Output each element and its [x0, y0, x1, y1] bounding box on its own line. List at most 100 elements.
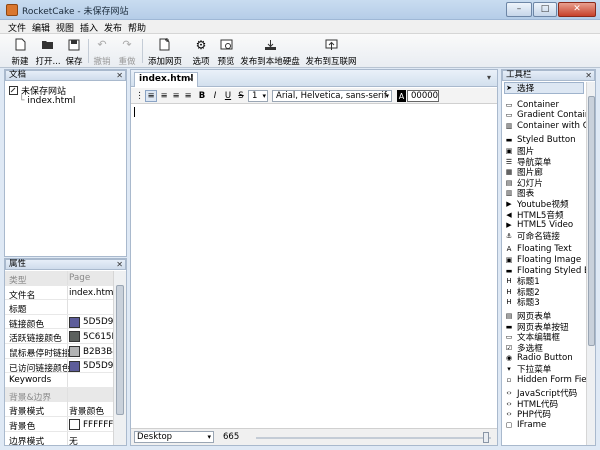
save-button[interactable]: 保存: [62, 36, 86, 67]
strikethrough-icon[interactable]: S: [236, 90, 246, 102]
menu-help[interactable]: 帮助: [128, 21, 146, 34]
menu-file[interactable]: 文件: [8, 21, 26, 34]
tool-item[interactable]: ▣ Floating Image: [505, 254, 581, 265]
options-button[interactable]: ⚙ 选项: [188, 36, 214, 68]
tab-list-dropdown-icon[interactable]: ▾: [487, 73, 491, 82]
page-width-slider[interactable]: [256, 437, 491, 439]
gradient-container-icon: ▭: [505, 111, 513, 120]
device-select[interactable]: Desktop ▾: [134, 431, 214, 443]
tool-item[interactable]: H 标题3: [505, 297, 539, 308]
preview-button[interactable]: 预览: [213, 36, 239, 67]
property-row[interactable]: 边界模式 无: [5, 431, 113, 445]
scrollbar-thumb[interactable]: [116, 285, 124, 415]
align-left-icon[interactable]: ≡: [145, 90, 157, 102]
property-row[interactable]: 活跃链接颜色 5C615E: [5, 329, 113, 344]
tool-item[interactable]: ◀ HTML5音频: [505, 209, 563, 221]
align-center-icon[interactable]: ≡: [159, 90, 169, 102]
tool-item[interactable]: ⚓ 可命名链接: [505, 230, 560, 242]
property-divider: [67, 402, 68, 417]
tool-item[interactable]: A Floating Text: [505, 244, 572, 255]
color-swatch[interactable]: [69, 331, 80, 343]
tree-branch-icon: └: [19, 96, 25, 106]
property-row[interactable]: 背景模式 背景颜色: [5, 402, 113, 417]
italic-icon[interactable]: I: [210, 90, 220, 102]
add-page-icon: [158, 38, 172, 51]
property-value[interactable]: FFFFFF: [69, 419, 113, 430]
color-swatch[interactable]: [69, 346, 80, 357]
tool-item[interactable]: ☑ 多选框: [505, 342, 543, 354]
editor-area: index.html ✕ ▾ ⋮ ≡ ≡ ≡ ≡ B I U S 1 ▾ Aria…: [130, 69, 498, 446]
menu-edit[interactable]: 编辑: [32, 21, 50, 34]
page-editor-canvas[interactable]: [131, 104, 497, 426]
property-row[interactable]: 已访问链接颜色 5D5D9: [5, 358, 113, 374]
editor-status-bar: Desktop ▾ 665: [131, 428, 497, 445]
page-width-slider-handle[interactable]: [483, 432, 489, 443]
menu-publish[interactable]: 发布: [104, 21, 122, 34]
bold-icon[interactable]: B: [197, 90, 207, 102]
tool-item[interactable]: ▫ Hidden Form Fiel: [505, 374, 589, 385]
property-row[interactable]: Keywords: [5, 373, 113, 388]
property-name: 已访问链接颜色: [9, 363, 69, 374]
open-button[interactable]: 打开...: [34, 36, 62, 67]
minimize-button[interactable]: –: [506, 2, 532, 17]
text-color-input[interactable]: 000000: [407, 90, 439, 102]
tool-item[interactable]: ▥ Container with Co: [505, 120, 594, 131]
scrollbar-thumb[interactable]: [588, 96, 595, 346]
property-row[interactable]: 类型 Page: [5, 271, 113, 286]
tool-item[interactable]: ▾ 下拉菜单: [505, 363, 551, 375]
align-right-icon[interactable]: ≡: [171, 90, 181, 102]
property-row[interactable]: 背景&边界: [5, 387, 113, 403]
tool-item-label: Radio Button: [517, 353, 573, 364]
align-justify-icon[interactable]: ≡: [183, 90, 193, 102]
font-family-select[interactable]: Arial, Helvetica, sans-serif ▾: [272, 90, 392, 102]
underline-icon[interactable]: U: [223, 90, 233, 102]
property-row[interactable]: 背景色 FFFFFF: [5, 417, 113, 432]
property-value[interactable]: Page: [69, 273, 113, 283]
property-name: 活跃链接颜色: [9, 334, 62, 345]
publish-web-button[interactable]: 发布到互联网: [303, 36, 359, 67]
property-value[interactable]: B2B3B4: [69, 346, 113, 357]
tool-item[interactable]: ▭ Container: [505, 99, 559, 110]
property-value[interactable]: 5D5D9: [69, 360, 113, 372]
tool-item[interactable]: ▭ Gradient Container: [505, 110, 595, 121]
menu-insert[interactable]: 插入: [80, 21, 98, 34]
property-value[interactable]: 5C615E: [69, 331, 113, 343]
property-row[interactable]: 鼠标悬停时链接 B2B3B4: [5, 344, 113, 359]
color-swatch[interactable]: [69, 316, 80, 328]
property-row[interactable]: 链接颜色 5D5D9: [5, 314, 113, 330]
text-color-icon[interactable]: A: [397, 90, 406, 102]
maximize-button[interactable]: □: [533, 2, 557, 17]
new-button[interactable]: 新建: [6, 36, 34, 67]
property-value[interactable]: 5D5D9: [69, 316, 113, 328]
close-icon[interactable]: ✕: [116, 260, 123, 269]
tree-item-page[interactable]: └ index.html: [19, 96, 75, 106]
property-name: 背景模式: [9, 407, 45, 418]
close-icon[interactable]: ✕: [116, 71, 123, 80]
property-value[interactable]: 背景颜色: [69, 404, 113, 417]
property-row[interactable]: 标题: [5, 300, 113, 315]
tool-select[interactable]: ➤ 选择: [504, 82, 584, 94]
publish-local-button[interactable]: 发布到本地硬盘: [238, 36, 302, 67]
color-swatch[interactable]: [69, 419, 80, 430]
tab-close-icon[interactable]: ✕: [187, 73, 194, 86]
tools-scrollbar[interactable]: [586, 82, 595, 445]
rocketcake-logo-icon: [6, 4, 18, 16]
color-swatch[interactable]: [69, 360, 80, 372]
tab-index-html[interactable]: index.html ✕: [134, 72, 198, 87]
properties-scrollbar[interactable]: [113, 271, 126, 445]
property-value[interactable]: index.html: [69, 288, 113, 298]
close-button[interactable]: ✕: [558, 2, 596, 17]
property-value-text: 5D5D9: [83, 361, 113, 372]
close-icon[interactable]: ✕: [585, 71, 592, 80]
property-value[interactable]: 无: [69, 434, 113, 445]
property-row[interactable]: 文件名 index.html: [5, 285, 113, 301]
undo-button[interactable]: ↶ 撤销: [90, 36, 114, 67]
tool-item[interactable]: ▢ IFrame: [505, 419, 547, 430]
documents-panel-title: 文档: [9, 70, 27, 80]
menu-view[interactable]: 视图: [56, 21, 74, 34]
add-page-button[interactable]: 添加网页: [145, 36, 185, 67]
tool-item[interactable]: ‹› PHP代码: [505, 409, 551, 420]
tool-item[interactable]: ▬ Styled Button: [505, 135, 576, 146]
font-size-select[interactable]: 1 ▾: [248, 90, 268, 102]
redo-button[interactable]: ↷ 重做: [115, 36, 139, 67]
